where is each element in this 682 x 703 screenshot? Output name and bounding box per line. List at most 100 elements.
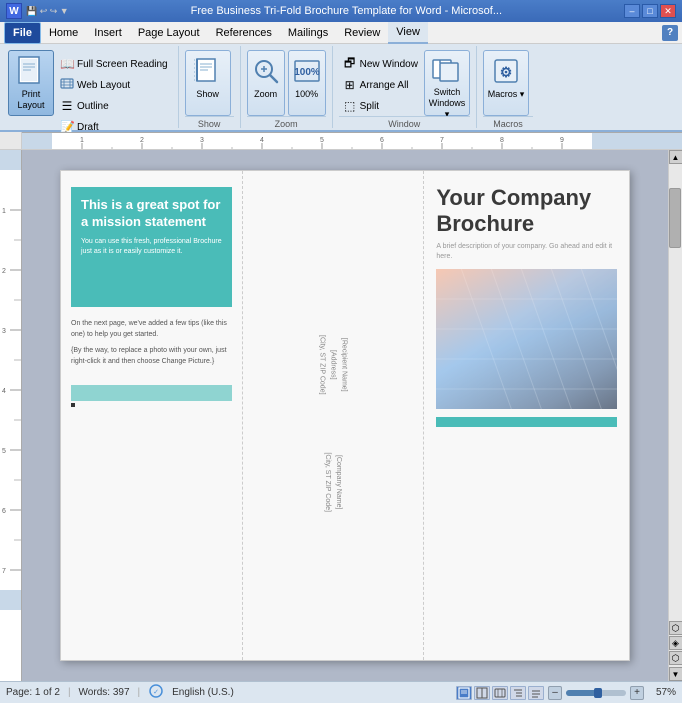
minimize-button[interactable]: – [624,4,640,18]
full-screen-reading-button[interactable]: 📖 Full Screen Reading [56,54,172,74]
svg-text:8: 8 [500,137,504,144]
svg-text:2: 2 [140,137,144,144]
page-wrapper: This is a great spot for a mission state… [22,150,668,681]
view-mode-buttons[interactable] [456,686,544,700]
web-layout-button[interactable]: Web Layout [56,75,172,95]
view-outline-button[interactable] [510,686,526,700]
zoom-100-button[interactable]: 100% 100% [288,50,326,116]
zoom-track[interactable] [566,690,626,696]
scroll-up-button[interactable]: ▲ [669,150,682,164]
status-right: – + 57% [456,686,676,700]
panel1-tip1: On the next page, we've added a few tips… [61,315,242,377]
outline-label: Outline [77,101,109,112]
return-address: [Company Name] [City, ST ZIP Code] [322,453,344,513]
menu-home[interactable]: Home [41,22,86,44]
status-sep2: | [138,687,141,698]
page-down-button[interactable]: ⬡ [669,651,682,665]
zoom-minus-button[interactable]: – [548,686,562,700]
ribbon-group-window: 🗗 New Window ⊞ Arrange All ⬚ Split [335,46,477,128]
arrange-all-icon: ⊞ [343,78,357,92]
print-layout-button[interactable]: Print Layout [8,50,54,116]
window-title: Free Business Tri-Fold Brochure Template… [69,5,624,17]
company-name: [Company Name] [333,453,344,513]
zoom-label: Zoom [254,89,277,99]
show-group-label: Show [185,116,234,131]
macros-button[interactable]: ⚙ Macros ▾ [483,50,529,116]
draft-label: Draft [77,122,99,133]
company-brochure-subtitle: A brief description of your company. Go … [436,242,617,262]
view-fullscreen-button[interactable] [474,686,490,700]
brochure-panel-3: Your Company Brochure A brief descriptio… [424,171,629,660]
menu-file[interactable]: File [4,22,41,44]
svg-text:9: 9 [560,137,564,144]
scroll-down-button[interactable]: ▼ [669,667,682,681]
svg-text:2: 2 [2,268,6,275]
document-page[interactable]: This is a great spot for a mission state… [60,170,630,661]
svg-text:✓: ✓ [153,689,159,696]
document-area: 1 2 3 4 5 6 7 [0,150,682,681]
window-col: 🗗 New Window ⊞ Arrange All ⬚ Split [339,50,422,116]
scroll-thumb[interactable] [669,188,681,248]
outline-button[interactable]: ☰ Outline [56,96,172,116]
zoom-handle[interactable] [594,688,602,698]
doc-views-col: 📖 Full Screen Reading Web Layout [56,50,172,137]
view-print-button[interactable] [456,686,472,700]
zoom-icon [250,55,282,87]
cursor-indicator [71,403,75,407]
window-content: 🗗 New Window ⊞ Arrange All ⬚ Split [339,46,470,116]
menu-view[interactable]: View [388,22,428,44]
brochure-photo [436,269,617,409]
zoom-plus-button[interactable]: + [630,686,644,700]
zoom-button[interactable]: Zoom [247,50,285,116]
ribbon-group-document-views: Print Layout 📖 Full Screen Reading [4,46,179,128]
recipient-street: [Address] [327,335,338,395]
show-icon [192,55,224,87]
view-draft-button[interactable] [528,686,544,700]
menu-bar: File Home Insert Page Layout References … [0,22,682,44]
language[interactable]: English (U.S.) [172,687,234,698]
show-button[interactable]: Show [185,50,231,116]
page-select-button[interactable]: ◈ [669,636,682,650]
svg-text:100%: 100% [294,67,320,78]
close-button[interactable]: ✕ [660,4,676,18]
full-screen-icon: 📖 [60,57,74,71]
view-web-button[interactable] [492,686,508,700]
web-layout-icon [60,77,74,94]
zoom-group-label: Zoom [247,116,326,131]
new-window-button[interactable]: 🗗 New Window [339,54,422,74]
split-button[interactable]: ⬚ Split [339,96,422,116]
status-sep1: | [68,687,71,698]
help-icon[interactable]: ? [662,25,678,41]
status-left: Page: 1 of 2 | Words: 397 | ✓ English (U… [6,684,234,701]
menu-insert[interactable]: Insert [86,22,130,44]
menu-review[interactable]: Review [336,22,388,44]
mission-title: This is a great spot for a mission state… [81,197,222,231]
company-city: [City, ST ZIP Code] [322,453,333,513]
title-bar: W 💾 ↩ ↪ ▼ Free Business Tri-Fold Brochur… [0,0,682,22]
zoom-100-label: 100% [295,89,318,99]
macros-group-label: Macros [483,116,533,131]
svg-text:7: 7 [2,568,6,575]
menu-page-layout[interactable]: Page Layout [130,22,208,44]
brochure-panel-2: [Recipient Name] [Address] [City, ST ZIP… [243,171,425,660]
split-label: Split [360,101,379,112]
arrange-all-button[interactable]: ⊞ Arrange All [339,75,422,95]
maximize-button[interactable]: □ [642,4,658,18]
brochure-panel-1: This is a great spot for a mission state… [61,171,243,660]
spelling-icon[interactable]: ✓ [148,684,164,701]
tip2-text: {By the way, to replace a photo with you… [71,346,232,367]
ribbon-group-show: Show Show [181,46,241,128]
zoom-slider[interactable]: – + [548,686,644,700]
page-up-button[interactable]: ⬡ [669,621,682,635]
panel3-teal-bar [436,417,617,427]
zoom-percentage[interactable]: 57% [648,687,676,698]
menu-mailings[interactable]: Mailings [280,22,336,44]
new-window-icon: 🗗 [343,54,357,75]
arrange-all-label: Arrange All [360,80,409,91]
vertical-ruler: 1 2 3 4 5 6 7 [0,150,22,681]
switch-windows-button[interactable]: Switch Windows ▾ [424,50,470,116]
tip1-text: On the next page, we've added a few tips… [71,319,232,340]
window-controls[interactable]: – □ ✕ [624,4,676,18]
vertical-scrollbar[interactable]: ▲ ⬡ ◈ ⬡ ▼ [668,150,682,681]
menu-references[interactable]: References [208,22,280,44]
